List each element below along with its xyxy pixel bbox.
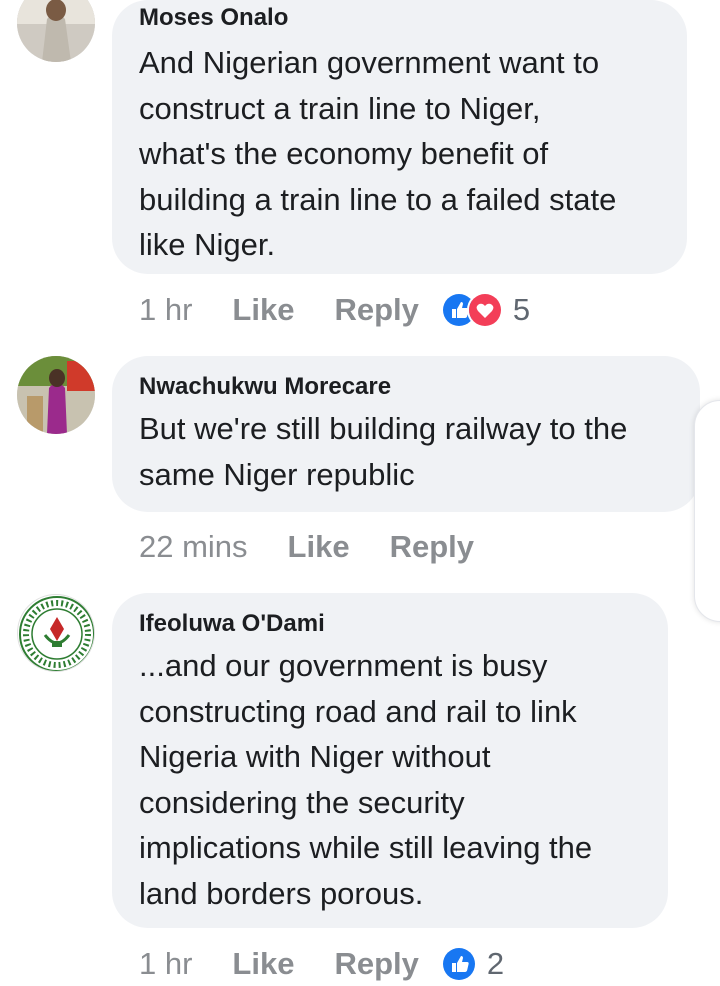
comment-actions: 1 hr Like Reply 2 (139, 944, 504, 984)
avatar[interactable] (17, 356, 95, 434)
reaction-count: 2 (486, 946, 505, 981)
reaction-count: 5 (512, 292, 531, 327)
comment-text-line: like Niger. (139, 227, 276, 262)
comment-text: ...and our government is busy constructi… (139, 643, 640, 916)
comment-text: And Nigerian government want to construc… (139, 40, 659, 268)
comment-text-line: ...and our government is busy (139, 648, 548, 683)
comment-author[interactable]: Ifeoluwa O'Dami (139, 610, 640, 638)
comment-text-line: what's the economy benefit of (139, 136, 549, 171)
comment-bubble: Moses Onalo And Nigerian government want… (112, 0, 687, 274)
reactions-summary[interactable]: 5 (440, 292, 531, 328)
reply-button[interactable]: Reply (390, 529, 474, 565)
comment-text-line: same Niger republic (139, 456, 415, 492)
comment-timestamp[interactable]: 1 hr (139, 292, 192, 328)
comment-timestamp[interactable]: 22 mins (139, 529, 248, 565)
avatar-photo (17, 356, 95, 434)
like-button[interactable]: Like (232, 946, 294, 982)
comment-text-line: But we're still building railway to the (139, 411, 628, 446)
comment-text-line: building a train line to a failed state (139, 181, 617, 217)
comment-text-line: considering the security (139, 784, 465, 820)
comment-bubble: Nwachukwu Morecare But we're still build… (112, 356, 700, 512)
comment-actions: 1 hr Like Reply 5 (139, 290, 530, 330)
comment-text-line: Nigeria with Niger without (139, 739, 491, 774)
comment-text: But we're still building railway to the … (139, 406, 672, 497)
reply-button[interactable]: Reply (334, 946, 418, 982)
side-panel-edge[interactable] (694, 400, 720, 622)
comment-bubble: Ifeoluwa O'Dami ...and our government is… (112, 593, 668, 928)
comment-text-line: constructing road and rail to link (139, 693, 577, 729)
comment-author[interactable]: Moses Onalo (139, 4, 659, 32)
seal-logo (19, 596, 94, 671)
comment-text-line: construct a train line to Niger, (139, 90, 541, 126)
avatar[interactable] (17, 0, 95, 62)
comment-text-line: land borders porous. (139, 875, 424, 911)
comment-timestamp[interactable]: 1 hr (139, 946, 192, 982)
avatar[interactable] (17, 594, 95, 672)
like-icon (440, 946, 477, 982)
avatar-photo (17, 0, 95, 62)
reactions-summary[interactable]: 2 (440, 946, 505, 982)
reply-button[interactable]: Reply (334, 292, 418, 328)
comment-actions: 22 mins Like Reply (139, 527, 474, 567)
comment-text-line: And Nigerian government want to (139, 45, 600, 80)
like-button[interactable]: Like (288, 529, 350, 565)
comment-text-line: implications while still leaving the (139, 830, 593, 865)
like-button[interactable]: Like (232, 292, 294, 328)
comment-author[interactable]: Nwachukwu Morecare (139, 373, 672, 401)
love-icon (466, 292, 503, 328)
